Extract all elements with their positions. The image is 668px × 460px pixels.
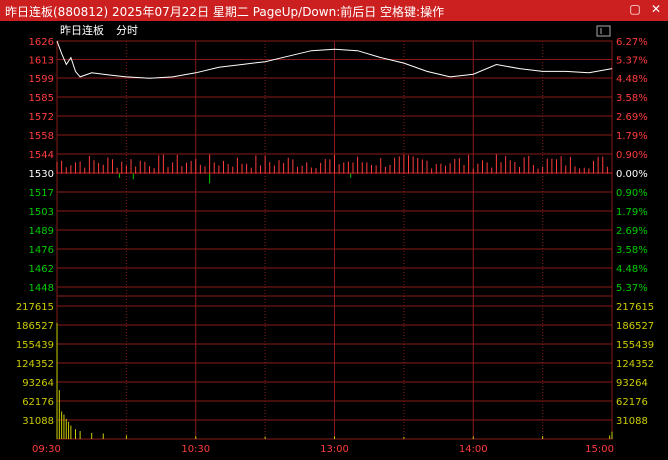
volume-tick-label: 124352 <box>16 359 54 370</box>
title-bar: 昨日连板(880812) 2025年07月22日 星期二 PageUp/Down… <box>0 0 668 21</box>
pct-tick-label: 0.00% <box>616 169 648 180</box>
time-axis-label: 10:30 <box>181 444 210 455</box>
volume-tick-label: 62176 <box>616 397 648 408</box>
price-tick-label: 1585 <box>29 93 54 104</box>
pct-tick-label: 4.48% <box>616 264 648 275</box>
chart-mode-label[interactable]: 分时 <box>116 24 138 37</box>
volume-tick-label: 186527 <box>16 321 54 332</box>
price-tick-label: 1462 <box>29 264 54 275</box>
volume-tick-label: 186527 <box>616 321 654 332</box>
price-tick-label: 1613 <box>29 56 54 67</box>
price-tick-label: 1517 <box>29 188 54 199</box>
minimize-icon[interactable]: ▢ <box>628 2 642 16</box>
pct-tick-label: 2.69% <box>616 112 648 123</box>
price-tick-label: 1503 <box>29 207 54 218</box>
price-tick-label: 1572 <box>29 112 54 123</box>
price-tick-label: 1476 <box>29 245 54 256</box>
chart-canvas[interactable]: 1626 6.27% 1613 5.37% 1599 4.48% 1585 3.58% 1572… <box>0 21 668 460</box>
volume-tick-label: 93264 <box>616 378 648 389</box>
price-tick-label: 1558 <box>29 131 54 142</box>
price-tick-label: 1544 <box>29 150 54 161</box>
time-axis-label: 14:00 <box>459 444 488 455</box>
chart-header-name: 昨日连板 <box>60 23 104 37</box>
time-axis-label: 13:00 <box>320 444 349 455</box>
price-tick-label: 1448 <box>29 283 54 294</box>
price-tick-label: 1489 <box>29 226 54 237</box>
price-tick-label: 1530 <box>29 169 54 180</box>
price-tick-label: 1626 <box>29 37 54 48</box>
window-title: 昨日连板(880812) 2025年07月22日 星期二 PageUp/Down… <box>5 5 445 19</box>
pct-tick-label: 3.58% <box>616 93 648 104</box>
volume-tick-label: 155439 <box>16 340 54 351</box>
volume-tick-label: 31088 <box>616 416 648 427</box>
time-axis-label: 09:30 <box>32 444 61 455</box>
volume-tick-label: 93264 <box>22 378 54 389</box>
window-toggle-icon[interactable] <box>596 25 611 37</box>
pct-tick-label: 1.79% <box>616 207 648 218</box>
volume-tick-label: 217615 <box>616 302 654 313</box>
price-tick-label: 1599 <box>29 74 54 85</box>
breadth-bars <box>56 154 608 184</box>
pct-tick-label: 4.48% <box>616 74 648 85</box>
pct-tick-label: 3.58% <box>616 245 648 256</box>
pct-tick-label: 1.79% <box>616 131 648 142</box>
pct-tick-label: 5.37% <box>616 283 648 294</box>
intraday-chart[interactable]: 1626 6.27% 1613 5.37% 1599 4.48% 1585 3.58% 1572… <box>0 21 668 460</box>
time-axis-label: 15:00 <box>585 444 614 455</box>
volume-tick-label: 124352 <box>616 359 654 370</box>
pct-tick-label: 5.37% <box>616 56 648 67</box>
pct-tick-label: 0.90% <box>616 188 648 199</box>
volume-tick-label: 217615 <box>16 302 54 313</box>
close-icon[interactable]: ✕ <box>649 2 663 16</box>
pct-tick-label: 0.90% <box>616 150 648 161</box>
pct-tick-label: 6.27% <box>616 37 648 48</box>
volume-tick-label: 31088 <box>22 416 54 427</box>
grid-lines <box>56 40 613 440</box>
volume-tick-label: 62176 <box>22 397 54 408</box>
volume-tick-label: 155439 <box>616 340 654 351</box>
pct-tick-label: 2.69% <box>616 226 648 237</box>
